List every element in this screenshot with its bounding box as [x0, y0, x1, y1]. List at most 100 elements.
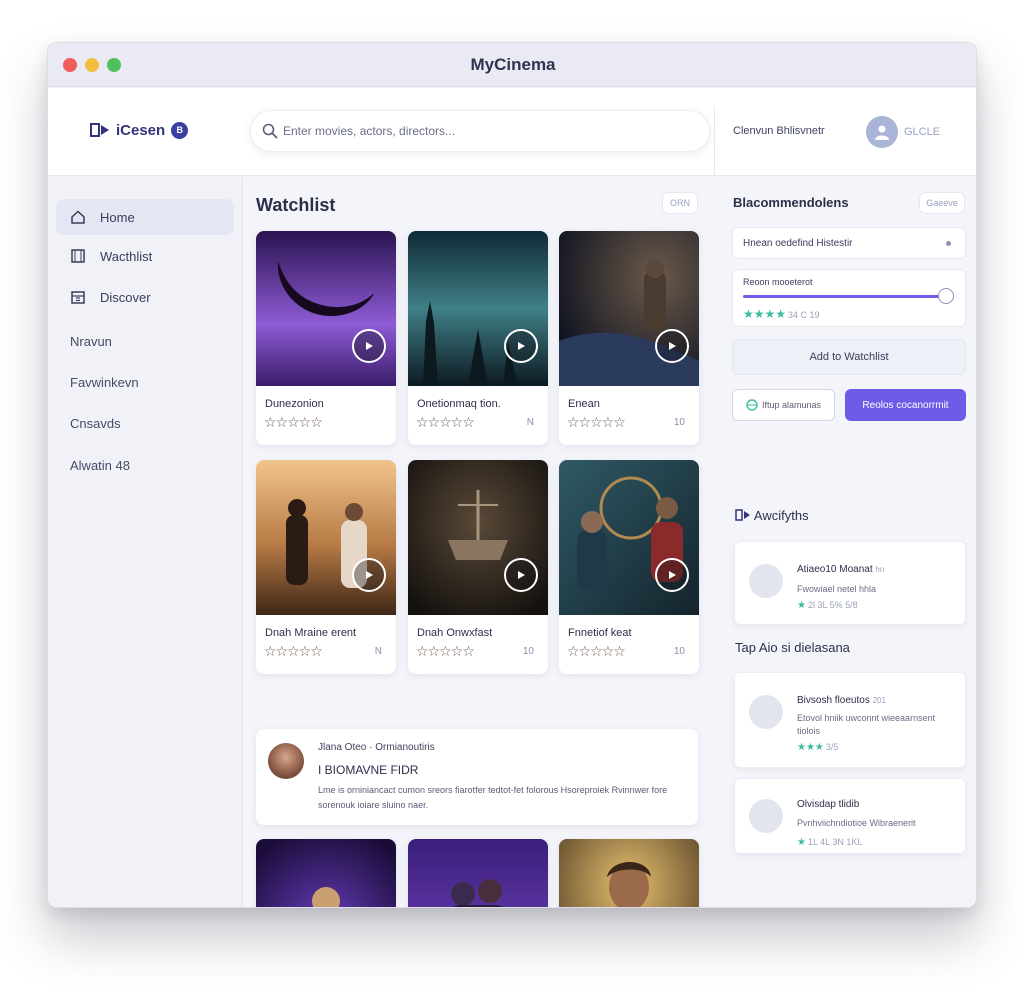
- movie-poster: [408, 839, 548, 907]
- movie-poster: [408, 231, 548, 386]
- activity-card[interactable]: Atiaeo10 Moanat hn Fwowiael netel hhla ★…: [734, 541, 966, 625]
- movie-card[interactable]: [408, 839, 548, 907]
- avatar: [749, 564, 783, 598]
- top-list-title-text: Olvisdap tlidib: [797, 799, 860, 810]
- sidebar-item-label: Discover: [100, 289, 151, 305]
- avatar: [749, 695, 783, 729]
- user-icon: [875, 125, 889, 140]
- activity-title-text: Atiaeo10 Moanat: [797, 564, 873, 575]
- rating-slider-thumb[interactable]: [938, 288, 954, 304]
- sidebar-link-3[interactable]: Cnsavds: [70, 416, 121, 431]
- dropdown-indicator-icon: [946, 241, 951, 246]
- star-rating[interactable]: ☆☆☆☆☆: [264, 414, 323, 431]
- movie-title: Dnah Onwxfast: [417, 627, 493, 639]
- sidebar-item-watchlist[interactable]: Wacthlist: [56, 238, 234, 274]
- play-button[interactable]: [352, 329, 386, 363]
- sidebar-item-home[interactable]: Home: [56, 199, 234, 235]
- brand-logo[interactable]: iCesen B: [90, 121, 189, 139]
- movie-card[interactable]: [256, 839, 396, 907]
- top-list-title-text: Bivsosh floeutos: [797, 695, 870, 706]
- movie-poster: [559, 460, 699, 615]
- sidebar-link-4[interactable]: Alwatin 48: [70, 458, 130, 473]
- header-divider: [714, 106, 715, 176]
- activity-meta: 2l 3L 5% 5/8: [807, 600, 858, 610]
- brand-badge: B: [171, 121, 189, 139]
- home-icon: [71, 210, 85, 224]
- movie-card[interactable]: Dnah Mraine erent ☆☆☆☆☆ N: [256, 460, 396, 674]
- top-list-stars: ★ 1L 4L 3N 1KL: [797, 837, 862, 848]
- top-list-card[interactable]: Olvisdap tlidib Pvnhviichndiotioe Wibrae…: [734, 778, 966, 854]
- movie-poster: [559, 839, 699, 907]
- top-list-title: Bivsosh floeutos 201: [797, 695, 886, 706]
- movie-card[interactable]: Onetionmaq tion. ☆☆☆☆☆ N: [408, 231, 548, 445]
- play-button[interactable]: [655, 329, 689, 363]
- sidebar-link-1[interactable]: Nravun: [70, 334, 112, 349]
- sort-chip[interactable]: ORN: [662, 192, 698, 214]
- window-title: MyCinema: [470, 55, 556, 74]
- search-input[interactable]: [283, 124, 683, 138]
- main-content: Watchlist ORN Dunezonion ☆☆☆☆☆ Onetionma…: [244, 177, 714, 907]
- sidebar: Home Wacthlist Discover Nravun Favwinkev…: [48, 177, 243, 907]
- top-list-card[interactable]: Bivsosh floeutos 201 Etovol hniik uwconn…: [734, 672, 966, 768]
- movie-poster: [408, 460, 548, 615]
- movie-card[interactable]: [559, 839, 699, 907]
- avatar: [749, 799, 783, 833]
- movie-card[interactable]: Dunezonion ☆☆☆☆☆: [256, 231, 396, 445]
- top-list-subtitle: Pvnhviichndiotioe Wibraenerit: [797, 818, 916, 828]
- movie-card[interactable]: Fnnetiof keat ☆☆☆☆☆ 10: [559, 460, 699, 674]
- review-text: Lme is orniniancact cumon sreors fiarotf…: [318, 785, 668, 810]
- filter-select[interactable]: Hnean oedefind Histestir: [732, 227, 966, 259]
- star-rating[interactable]: ☆☆☆☆☆: [416, 414, 475, 431]
- rating-count: 34 C 19: [788, 310, 820, 320]
- rating-value: 10: [522, 646, 534, 657]
- section-title-text: Awcifyths: [753, 508, 809, 523]
- star-rating[interactable]: ☆☆☆☆☆: [416, 643, 475, 660]
- sidebar-item-discover[interactable]: Discover: [56, 279, 234, 315]
- play-icon: [669, 571, 676, 579]
- rating-filter: Reoon mooeterot ★★★★ 34 C 19: [732, 269, 966, 327]
- play-button[interactable]: [504, 329, 538, 363]
- movie-title: Onetionmaq tion.: [417, 398, 501, 410]
- top-list-title: Olvisdap tlidib: [797, 799, 859, 810]
- activity-title: Atiaeo10 Moanat hn: [797, 564, 884, 575]
- secondary-button-label: Iftup alamunas: [761, 400, 822, 410]
- rating-slider-track[interactable]: [743, 295, 949, 298]
- reviewer-name: Jlana Oteo · Ormianoutiris: [318, 742, 435, 753]
- recommendations-panel: Blacommendolens Gaeeve Hnean oedefind Hi…: [715, 177, 976, 907]
- rating-value: N: [374, 646, 382, 657]
- star-rating[interactable]: ☆☆☆☆☆: [567, 643, 626, 660]
- rating-stars: ★★★★ 34 C 19: [743, 307, 820, 321]
- recommendations-chip[interactable]: Gaeeve: [919, 192, 965, 214]
- add-to-watchlist-button[interactable]: Add to Watchlist: [732, 339, 966, 375]
- secondary-button[interactable]: Iftup alamunas: [732, 389, 835, 421]
- globe-icon: [746, 399, 758, 411]
- movie-card[interactable]: Dnah Onwxfast ☆☆☆☆☆ 10: [408, 460, 548, 674]
- review-card[interactable]: Jlana Oteo · Ormianoutiris I BIOMAVNE FI…: [256, 729, 698, 825]
- top-list-meta: 1L 4L 3N 1KL: [807, 837, 863, 847]
- movie-poster: [256, 839, 396, 907]
- recommendations-title: Blacommendolens: [733, 195, 849, 210]
- movie-card[interactable]: Enean ☆☆☆☆☆ 10: [559, 231, 699, 445]
- search-bar[interactable]: [250, 110, 710, 152]
- review-subtitle: I BIOMAVNE FIDR: [318, 763, 419, 777]
- film-logo-icon: [90, 123, 109, 137]
- play-button[interactable]: [352, 558, 386, 592]
- play-button[interactable]: [504, 558, 538, 592]
- top-list-stars-value: ★: [797, 837, 806, 848]
- top-list-meta: 3/5: [825, 742, 839, 752]
- section-title-activity: Awcifyths: [735, 508, 809, 523]
- star-rating[interactable]: ☆☆☆☆☆: [264, 643, 323, 660]
- play-button[interactable]: [655, 558, 689, 592]
- search-icon: [262, 123, 278, 139]
- sidebar-link-2[interactable]: Favwinkevn: [70, 375, 139, 390]
- film-icon: [735, 509, 750, 521]
- page-title: Watchlist: [256, 195, 336, 215]
- user-avatar[interactable]: [866, 116, 898, 148]
- top-list-stars: ★★★ 3/5: [797, 742, 838, 753]
- star-rating[interactable]: ☆☆☆☆☆: [567, 414, 626, 431]
- activity-title-extra: hn: [875, 565, 885, 574]
- rating-filter-label: Reoon mooeterot: [743, 277, 813, 287]
- primary-button[interactable]: Reolos cocanorrmit: [845, 389, 966, 421]
- filter-label: Hnean oedefind Histestir: [743, 238, 853, 249]
- user-tag: GLCLE: [904, 126, 941, 138]
